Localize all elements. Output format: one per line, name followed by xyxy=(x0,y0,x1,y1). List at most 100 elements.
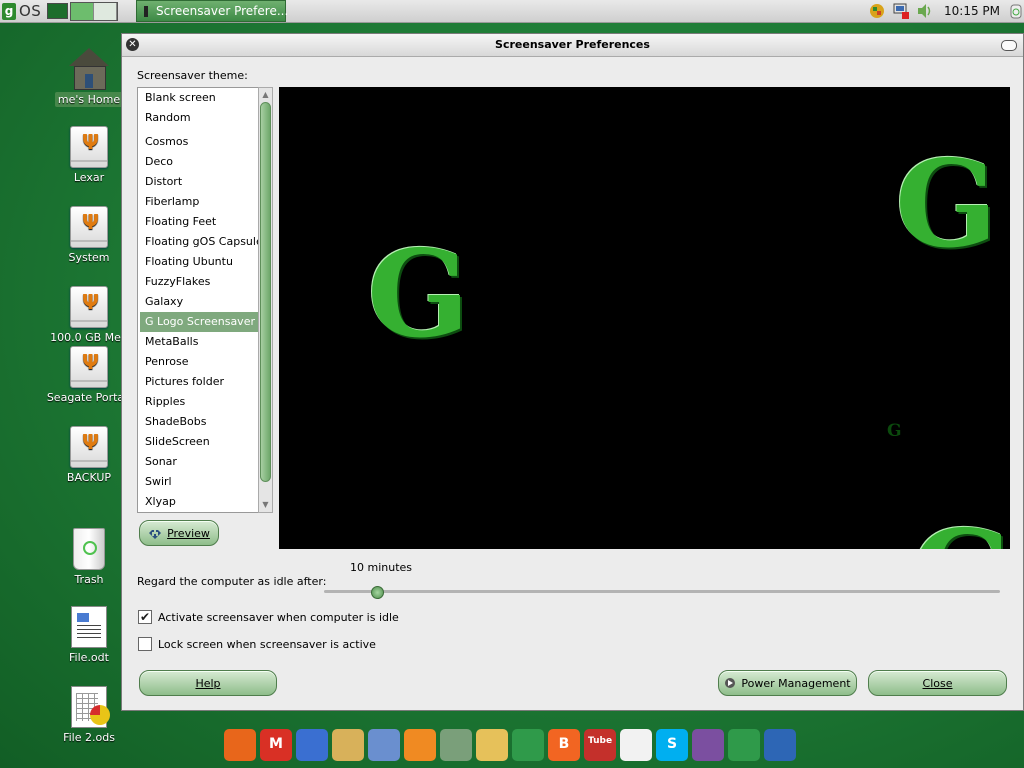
idle-slider[interactable] xyxy=(324,586,1000,599)
preview-button[interactable]: Preview xyxy=(139,520,219,546)
theme-item[interactable]: Random xyxy=(140,108,269,128)
update-notifier-icon[interactable] xyxy=(868,3,886,19)
news-icon[interactable] xyxy=(440,729,472,761)
theme-list[interactable]: Blank screen Random Cosmos Deco Distort Fiber… xyxy=(137,87,272,513)
firefox-icon[interactable] xyxy=(224,729,256,761)
terminal-launcher-icon[interactable] xyxy=(47,3,68,19)
theme-item[interactable]: Pictures folder xyxy=(140,372,269,392)
usb-drive-icon: Ψ xyxy=(70,206,108,248)
theme-item[interactable]: FuzzyFlakes xyxy=(140,272,269,292)
window-title: Screensaver Preferences xyxy=(495,38,650,51)
screensaver-preferences-window: ✕ Screensaver Preferences Screensaver th… xyxy=(121,33,1024,711)
chart-icon[interactable] xyxy=(512,729,544,761)
power-icon[interactable] xyxy=(1010,3,1022,19)
chat-icon[interactable] xyxy=(620,729,652,761)
network-icon[interactable] xyxy=(892,3,910,19)
lock-screen-checkbox[interactable] xyxy=(138,637,152,651)
activate-screensaver-checkbox[interactable]: ✔ xyxy=(138,610,152,624)
usb-drive-icon: Ψ xyxy=(70,126,108,168)
theme-item[interactable]: Floating Feet xyxy=(140,212,269,232)
spreadsheet-icon xyxy=(71,686,110,728)
theme-item[interactable]: ShadeBobs xyxy=(140,412,269,432)
theme-list-scrollbar[interactable]: ▲ ▼ xyxy=(258,87,273,513)
desktop-icon-label: Seagate Portab xyxy=(46,391,132,404)
editor-icon[interactable] xyxy=(332,729,364,761)
calendar-icon[interactable] xyxy=(296,729,328,761)
workspace-1[interactable] xyxy=(71,3,94,20)
usb-drive-icon: Ψ xyxy=(70,426,108,468)
desktop-icon-label: Trash xyxy=(74,573,104,586)
openoffice-green-icon[interactable] xyxy=(728,729,760,761)
desktop-icon-label: 100.0 GB Med xyxy=(50,331,128,344)
preview-button-label: Preview xyxy=(167,526,210,540)
g-logo-bottom: G xyxy=(911,515,1010,550)
idle-label: Regard the computer as idle after: xyxy=(137,575,327,588)
theme-item[interactable]: Deco xyxy=(140,152,269,172)
theme-item[interactable]: G Logo Screensaver xyxy=(140,312,269,332)
youtube-icon[interactable]: Tube xyxy=(584,729,616,761)
screensaver-preview: G G G G xyxy=(279,87,1010,549)
openoffice-blue-icon[interactable] xyxy=(764,729,796,761)
power-management-icon xyxy=(725,678,736,688)
theme-item[interactable]: Swirl xyxy=(140,472,269,492)
theme-list-label: Screensaver theme: xyxy=(137,69,248,82)
shopping-bag-icon[interactable] xyxy=(476,729,508,761)
application-dock: M B Tube S xyxy=(224,725,800,765)
blogger-icon[interactable]: B xyxy=(548,729,580,761)
desktop-icon-label: System xyxy=(68,251,110,264)
tools-icon[interactable] xyxy=(368,729,400,761)
scroll-up-arrow-icon[interactable]: ▲ xyxy=(260,89,271,101)
desktop-icon-label: me's Home xyxy=(54,92,124,107)
theme-item[interactable]: Floating Ubuntu xyxy=(140,252,269,272)
help-button-label: Help xyxy=(195,676,221,690)
dock-icon-glyph: S xyxy=(666,736,678,752)
rss-icon[interactable] xyxy=(404,729,436,761)
scrollbar-thumb[interactable] xyxy=(260,102,271,482)
system-tray: 10:15 PM xyxy=(868,0,1024,22)
activate-screensaver-label: Activate screensaver when computer is id… xyxy=(158,610,399,624)
gmail-icon[interactable]: M xyxy=(260,729,292,761)
theme-item[interactable]: Distort xyxy=(140,172,269,192)
taskbar-window-title: Screensaver Prefere... xyxy=(156,4,289,18)
gos-menu-button[interactable]: g OS xyxy=(2,2,41,20)
usb-drive-icon: Ψ xyxy=(70,346,108,388)
volume-icon[interactable] xyxy=(916,3,934,19)
g-logo-large: G xyxy=(367,224,470,365)
theme-item[interactable]: Cosmos xyxy=(140,132,269,152)
dock-icon-glyph: M xyxy=(269,736,283,752)
workspace-switcher[interactable] xyxy=(70,2,118,21)
g-logo-right: G xyxy=(895,134,998,275)
theme-item[interactable]: Ripples xyxy=(140,392,269,412)
gos-menu-label: OS xyxy=(19,2,42,20)
workspace-2[interactable] xyxy=(94,3,117,20)
theme-item[interactable]: MetaBalls xyxy=(140,332,269,352)
window-shade-button[interactable] xyxy=(1001,40,1017,51)
theme-item[interactable]: Penrose xyxy=(140,352,269,372)
activate-screensaver-row[interactable]: ✔ Activate screensaver when computer is … xyxy=(138,610,399,624)
g-logo-small: G xyxy=(887,421,902,441)
theme-item[interactable]: Galaxy xyxy=(140,292,269,312)
gos-logo-icon: g xyxy=(2,2,16,20)
idle-slider-knob[interactable] xyxy=(370,586,384,599)
theme-item[interactable]: Floating gOS Capsule xyxy=(140,232,269,252)
openoffice-purple-icon[interactable] xyxy=(692,729,724,761)
power-management-button[interactable]: Power Management xyxy=(718,670,857,696)
idle-value: 10 minutes xyxy=(350,561,413,574)
theme-item[interactable]: Blank screen xyxy=(140,88,269,108)
window-close-icon[interactable]: ✕ xyxy=(126,38,139,51)
clock[interactable]: 10:15 PM xyxy=(944,4,1000,18)
lock-screen-row[interactable]: Lock screen when screensaver is active xyxy=(138,637,376,651)
taskbar-window-button[interactable]: Screensaver Prefere... xyxy=(136,0,289,22)
theme-item[interactable]: SlideScreen xyxy=(140,432,269,452)
desktop-icon-label: File.odt xyxy=(69,651,109,664)
theme-item[interactable]: Fiberlamp xyxy=(140,192,269,212)
skype-icon[interactable]: S xyxy=(656,729,688,761)
document-icon xyxy=(71,606,107,648)
theme-item[interactable]: Sonar xyxy=(140,452,269,472)
window-titlebar[interactable]: ✕ Screensaver Preferences xyxy=(122,34,1023,57)
scroll-down-arrow-icon[interactable]: ▼ xyxy=(260,499,271,511)
close-button[interactable]: Close xyxy=(868,670,1007,696)
theme-item[interactable]: Xlyap xyxy=(140,492,269,512)
help-button[interactable]: Help xyxy=(139,670,277,696)
desktop-icon-label: Lexar xyxy=(73,171,105,184)
